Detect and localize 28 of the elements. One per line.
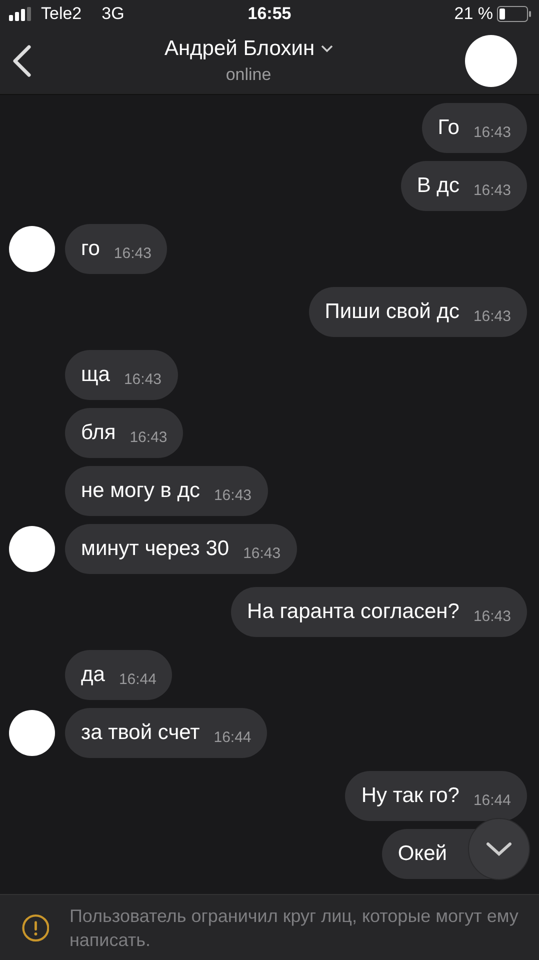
chevron-down-icon xyxy=(486,842,512,856)
incoming-message: ща 16:43 xyxy=(65,350,178,400)
incoming-message: бля 16:43 xyxy=(65,408,184,458)
clock: 16:55 xyxy=(248,4,292,23)
sender-avatar[interactable] xyxy=(9,226,55,272)
outgoing-message: Ну так го? 16:44 xyxy=(345,771,527,821)
incoming-message: да 16:44 xyxy=(65,650,172,700)
restriction-notice: Пользователь ограничил круг лиц, которые могут ему написать. xyxy=(69,904,520,952)
battery-icon xyxy=(497,6,531,22)
back-icon[interactable] xyxy=(12,45,32,77)
carrier-name: Tele2 xyxy=(41,4,82,24)
sender-avatar[interactable] xyxy=(9,526,55,572)
incoming-message: не могу в дс 16:43 xyxy=(65,466,268,516)
outgoing-message: На гаранта согласен? 16:43 xyxy=(231,587,527,637)
contact-name[interactable]: Андрей Блохин xyxy=(164,37,315,61)
chevron-down-icon[interactable] xyxy=(320,45,333,53)
network-type: 3G xyxy=(102,4,124,24)
outgoing-message: В дс 16:43 xyxy=(400,161,527,211)
warning-icon xyxy=(22,912,50,944)
contact-status: online xyxy=(226,65,272,85)
sender-avatar[interactable] xyxy=(9,710,55,756)
battery-percentage: 21 % xyxy=(454,4,493,24)
outgoing-message: Пиши свой дс 16:43 xyxy=(308,287,527,337)
incoming-message: минут через 30 16:43 xyxy=(65,524,297,574)
incoming-message: го 16:43 xyxy=(65,224,168,274)
outgoing-message: Го 16:43 xyxy=(422,103,527,153)
avatar[interactable] xyxy=(465,35,517,87)
incoming-message: за твой счет 16:44 xyxy=(65,708,268,758)
